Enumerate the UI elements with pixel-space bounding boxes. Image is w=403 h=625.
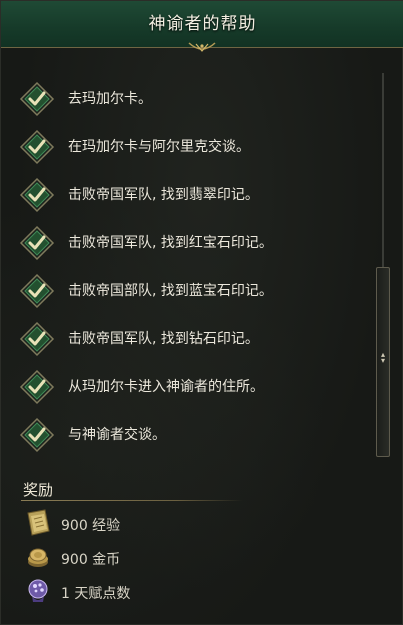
checkmark-icon bbox=[19, 273, 55, 309]
checkmark-icon bbox=[19, 417, 55, 453]
checkmark-icon bbox=[19, 81, 55, 117]
task-list-scrollbar[interactable]: ▴ ▾ bbox=[376, 73, 390, 457]
checkmark-icon bbox=[19, 321, 55, 357]
header-ornament-icon bbox=[188, 42, 216, 52]
experience-tome-icon bbox=[27, 509, 50, 536]
task-item: 击败帝国军队, 找到红宝石印记。 bbox=[19, 223, 369, 263]
reward-experience: 900 经验 bbox=[21, 509, 271, 539]
task-item: 击败帝国军队, 找到翡翠印记。 bbox=[19, 175, 369, 215]
task-item: 去玛加尔卡。 bbox=[19, 79, 369, 119]
skill-point-icon bbox=[28, 579, 48, 602]
task-label: 击败帝国军队, 找到翡翠印记。 bbox=[68, 187, 259, 203]
quest-panel: 神谕者的帮助 去玛加尔卡。 在玛加尔卡与阿尔里克交谈。 击败帝国军队, 找到翡翠… bbox=[0, 0, 403, 625]
reward-skill-point: 1 天赋点数 bbox=[21, 577, 271, 607]
reward-text: 1 天赋点数 bbox=[61, 586, 131, 602]
task-item: 击败帝国部队, 找到蓝宝石印记。 bbox=[19, 271, 369, 311]
gold-coins-icon bbox=[28, 548, 48, 567]
task-item: 从玛加尔卡进入神谕者的住所。 bbox=[19, 367, 369, 407]
reward-text: 900 经验 bbox=[61, 518, 121, 534]
task-item: 与神谕者交谈。 bbox=[19, 415, 369, 455]
task-item: 在玛加尔卡与阿尔里克交谈。 bbox=[19, 127, 369, 167]
task-label: 与神谕者交谈。 bbox=[68, 427, 166, 443]
checkmark-icon bbox=[19, 129, 55, 165]
task-label: 在玛加尔卡与阿尔里克交谈。 bbox=[68, 139, 250, 155]
task-label: 从玛加尔卡进入神谕者的住所。 bbox=[68, 379, 264, 395]
rewards-heading: 奖励 bbox=[23, 481, 54, 499]
checkmark-icon bbox=[19, 225, 55, 261]
scroll-grip-icon: ▴ ▾ bbox=[380, 350, 385, 365]
reward-text: 900 金币 bbox=[61, 552, 121, 568]
reward-gold: 900 金币 bbox=[21, 543, 271, 573]
scrollbar-thumb[interactable]: ▴ ▾ bbox=[376, 267, 390, 457]
task-label: 击败帝国军队, 找到钻石印记。 bbox=[68, 331, 259, 347]
checkmark-icon bbox=[19, 369, 55, 405]
checkmark-icon bbox=[19, 177, 55, 213]
task-label: 击败帝国部队, 找到蓝宝石印记。 bbox=[68, 283, 273, 299]
task-label: 去玛加尔卡。 bbox=[68, 91, 152, 107]
task-item: 击败帝国军队, 找到钻石印记。 bbox=[19, 319, 369, 359]
task-label: 击败帝国军队, 找到红宝石印记。 bbox=[68, 235, 273, 251]
rewards-divider bbox=[21, 500, 243, 501]
